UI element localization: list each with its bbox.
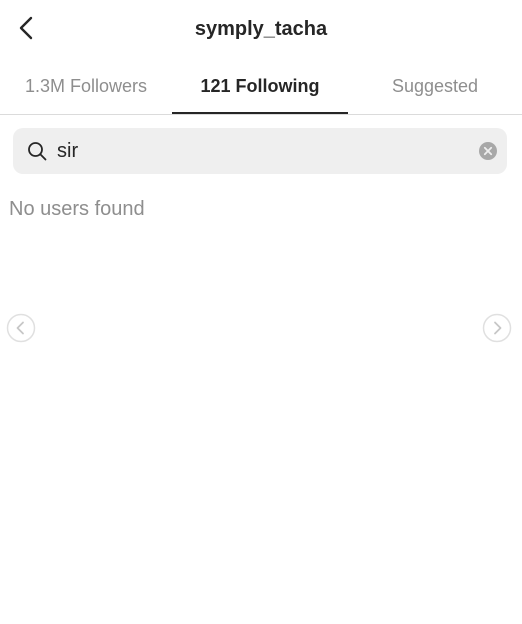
carousel-next-button[interactable]: [482, 313, 512, 343]
search-bar: [13, 128, 507, 174]
carousel-prev-button[interactable]: [6, 313, 36, 343]
tab-suggested[interactable]: Suggested: [348, 60, 522, 114]
tab-followers[interactable]: 1.3M Followers: [0, 60, 172, 114]
chevron-left-icon: [6, 313, 36, 343]
tab-following[interactable]: 121 Following: [172, 60, 348, 114]
empty-results-message: No users found: [9, 198, 145, 220]
clear-icon[interactable]: [479, 142, 497, 160]
active-tab-indicator: [172, 112, 348, 114]
header-bar: symply_tacha: [0, 0, 522, 60]
page-title: symply_tacha: [194, 18, 328, 40]
search-icon: [28, 142, 47, 161]
chevron-right-icon: [482, 313, 512, 343]
follow-tabs: 1.3M Followers 121 Following Suggested: [0, 60, 522, 115]
search-input[interactable]: [57, 134, 467, 168]
